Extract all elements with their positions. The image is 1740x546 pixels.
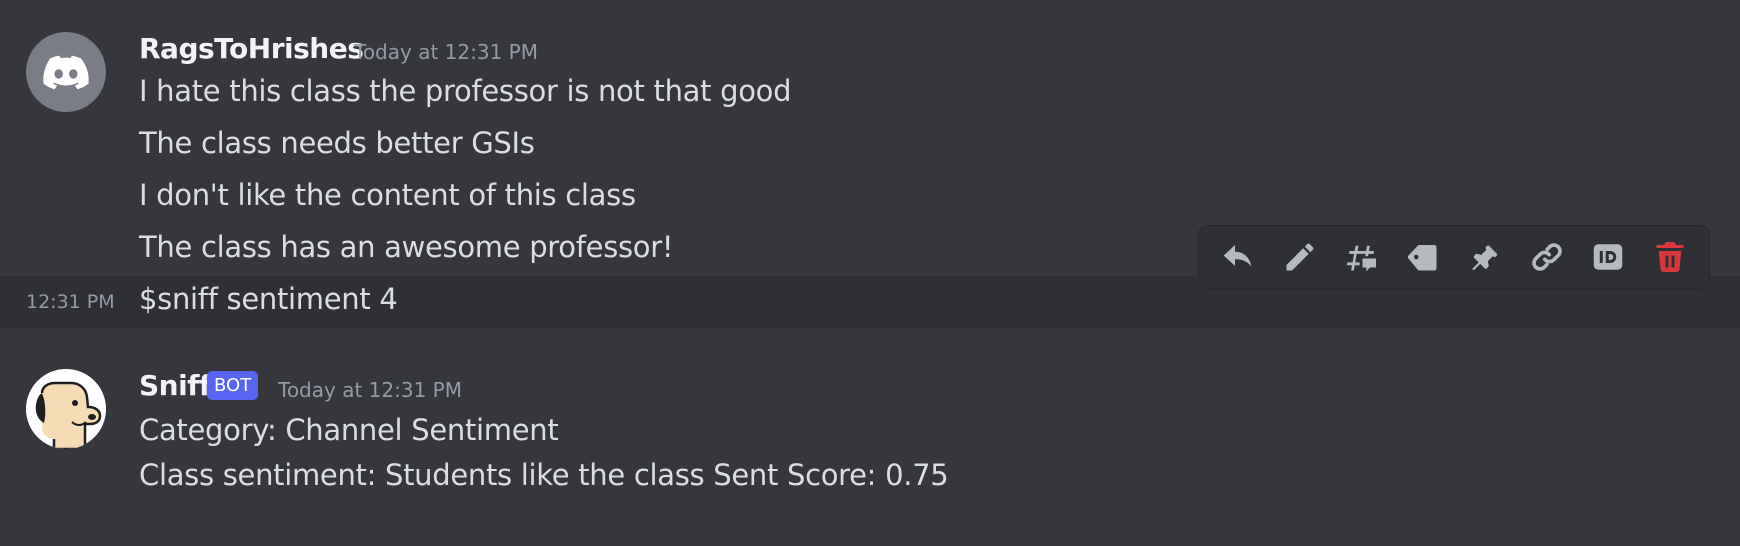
tag-icon — [1408, 245, 1437, 271]
discord-logo-icon — [43, 55, 89, 90]
copy-id-icon — [1594, 244, 1623, 270]
bot-avatar[interactable] — [26, 369, 106, 449]
author-name[interactable]: RagsToHrishes — [139, 32, 364, 65]
message-timestamp: Today at 12:31 PM — [354, 40, 538, 64]
message-text: Class sentiment: Students like the class… — [139, 458, 949, 492]
message-text: Category: Channel Sentiment — [139, 413, 559, 447]
bot-badge: BOT — [207, 371, 259, 400]
reply-button[interactable] — [1214, 233, 1262, 281]
user-avatar[interactable] — [26, 32, 106, 112]
edit-icon — [1286, 243, 1314, 271]
edit-button[interactable] — [1276, 233, 1324, 281]
message-timestamp: Today at 12:31 PM — [278, 378, 462, 402]
reply-icon — [1223, 245, 1252, 267]
message-text: $sniff sentiment 4 — [139, 282, 398, 316]
create-thread-button[interactable] — [1337, 233, 1385, 281]
copy-link-icon — [1531, 243, 1562, 271]
pin-icon — [1472, 245, 1498, 271]
copy-id-button[interactable] — [1584, 233, 1632, 281]
dog-logo-icon — [26, 369, 106, 449]
message-text: The class needs better GSIs — [139, 126, 535, 160]
message-hover-time: 12:31 PM — [26, 291, 115, 313]
create-thread-icon — [1347, 245, 1377, 272]
chat-messages: RagsToHrishes Today at 12:31 PM I hate t… — [0, 0, 1740, 546]
message-actions-toolbar — [1198, 225, 1710, 289]
delete-icon — [1656, 242, 1684, 272]
apply-tags-button[interactable] — [1399, 233, 1447, 281]
bot-name[interactable]: Sniff — [139, 369, 211, 402]
message-text: I don't like the content of this class — [139, 178, 636, 212]
delete-message-button[interactable] — [1646, 233, 1694, 281]
message-text: I hate this class the professor is not t… — [139, 74, 792, 108]
message-text: The class has an awesome professor! — [139, 230, 674, 264]
pin-message-button[interactable] — [1461, 233, 1509, 281]
copy-link-button[interactable] — [1523, 233, 1571, 281]
